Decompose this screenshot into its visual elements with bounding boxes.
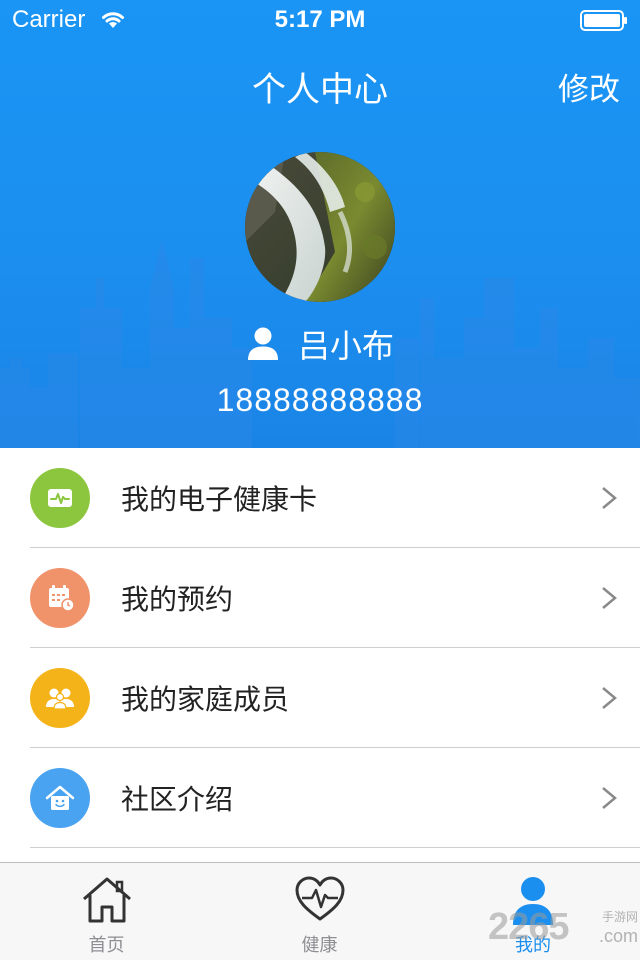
user-name: 吕小布 [297,327,394,365]
menu-item-label: 社区介绍 [121,783,234,816]
avatar[interactable] [245,152,395,302]
tab-home[interactable]: 首页 [0,863,213,960]
tab-health[interactable]: 健康 [213,863,426,960]
tab-label: 我的 [515,935,551,956]
page-title: 个人中心 [252,70,388,110]
heartbeat-icon [295,876,344,921]
status-time: 5:17 PM [274,6,366,33]
tab-bar: 首页 健康 我的 2265 手游网 .com [0,862,640,960]
user-icon [513,877,553,925]
menu-item-label: 我的家庭成员 [121,683,290,716]
tab-label: 健康 [301,935,338,956]
battery-icon [580,10,627,31]
health-card-icon [30,468,90,528]
menu-item-label: 我的电子健康卡 [121,483,318,516]
chevron-right-icon [602,487,617,509]
menu-item-family[interactable]: 我的家庭成员 [0,648,640,748]
family-icon [30,668,90,728]
home-icon [82,877,131,923]
menu-item-label: 我的预约 [121,583,234,616]
chevron-right-icon [602,687,617,709]
chevron-right-icon [602,587,617,609]
menu-item-appointments[interactable]: 我的预约 [0,548,640,648]
user-name-row: 吕小布 [0,322,640,366]
user-phone: 18888888888 [216,382,424,418]
chevron-right-icon [602,787,617,809]
community-house-icon [30,768,90,828]
person-icon [247,327,278,360]
menu-item-health-card[interactable]: 我的电子健康卡 [0,448,640,548]
status-bar: Carrier 5:17 PM [0,0,640,40]
profile-header: Carrier 5:17 PM 个人中心 修改 吕小布 18888888888 [0,0,640,448]
menu-item-community[interactable]: 社区介绍 [0,748,640,848]
tab-mine[interactable]: 我的 [426,863,640,960]
menu-list: 我的电子健康卡 我的预约 我的家庭成员 社区介绍 [0,448,640,848]
calendar-icon [30,568,90,628]
edit-button[interactable]: 修改 [558,64,620,109]
avatar-waterfall-image [245,152,395,302]
tab-label: 首页 [88,935,125,956]
